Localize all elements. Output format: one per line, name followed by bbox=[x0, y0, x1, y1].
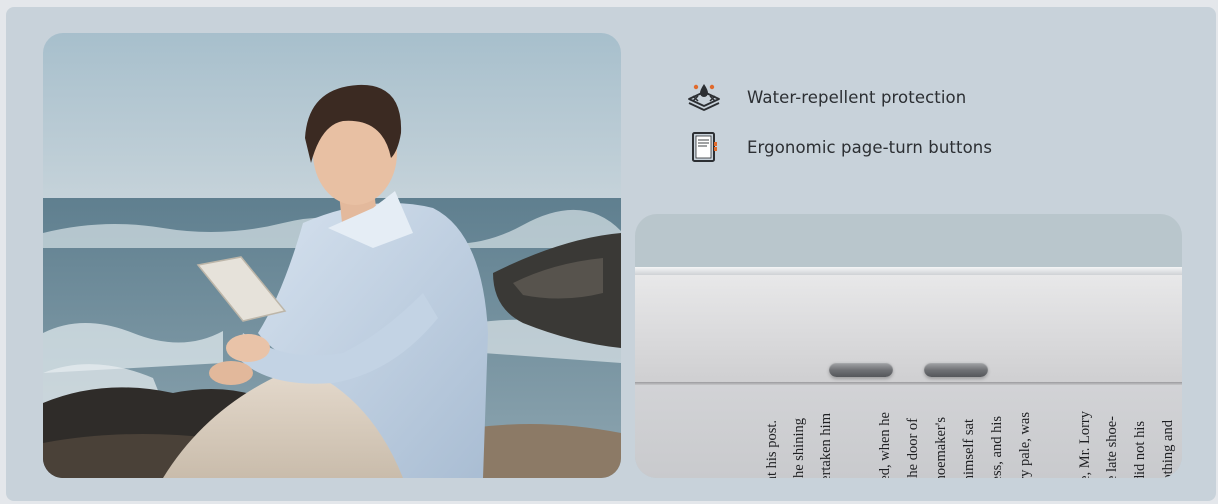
device-bezel bbox=[635, 275, 1182, 383]
feature-item: Water-repellent protection bbox=[684, 79, 992, 115]
page-text-line: did not his bbox=[1132, 420, 1148, 478]
device-edge bbox=[635, 267, 1182, 275]
feature-label: Water-repellent protection bbox=[747, 87, 967, 107]
feature-list: Water-repellent protection Ergonomic pag… bbox=[684, 79, 992, 179]
page-text-line: hoemaker's bbox=[933, 416, 949, 478]
page-turn-buttons-closeup: at his post. the shining ertaken him ed,… bbox=[635, 214, 1182, 478]
page-text-line: othing and bbox=[1160, 420, 1176, 478]
page-text-line: the shining bbox=[791, 417, 807, 478]
page-text-line: himself sat bbox=[961, 418, 977, 478]
device-screen: at his post. the shining ertaken him ed,… bbox=[635, 385, 1182, 478]
water-drop-shield-icon bbox=[684, 79, 724, 115]
feature-item: Ergonomic page-turn buttons bbox=[684, 129, 992, 165]
page-text-line: the door of bbox=[905, 418, 921, 478]
ereader-device-icon bbox=[684, 129, 724, 165]
page-text-line: ed, when he bbox=[877, 412, 893, 478]
page-text-line: e late shoe- bbox=[1104, 415, 1120, 478]
page-text-line: e, Mr. Lorry bbox=[1077, 411, 1093, 478]
lifestyle-photo bbox=[43, 33, 621, 478]
page-forward-button bbox=[924, 362, 988, 377]
feature-label: Ergonomic page-turn buttons bbox=[747, 137, 993, 157]
feature-card: Water-repellent protection Ergonomic pag… bbox=[6, 7, 1216, 501]
page-text-line: ry pale, was bbox=[1017, 412, 1033, 478]
page-back-button bbox=[829, 362, 893, 377]
page-text-line: ertaken him bbox=[818, 413, 834, 478]
page-text-line: at his post. bbox=[764, 419, 780, 478]
page-text-line: ess, and his bbox=[989, 415, 1005, 478]
